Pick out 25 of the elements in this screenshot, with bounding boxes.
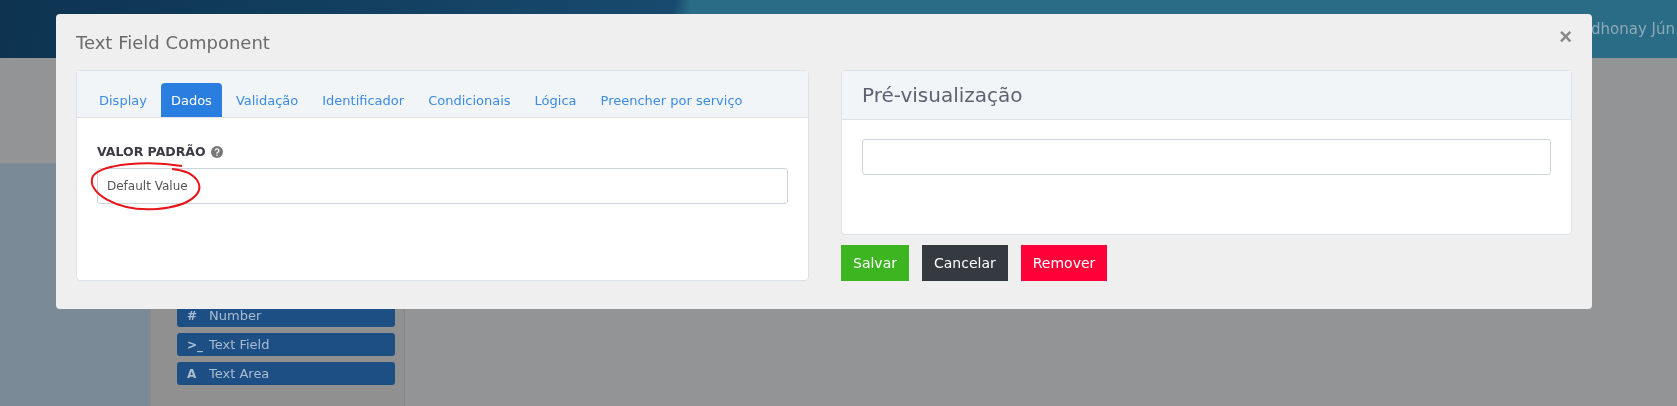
help-icon[interactable] bbox=[210, 145, 223, 158]
palette-item[interactable]: A Text Area bbox=[177, 362, 395, 385]
palette-label: Text Area bbox=[209, 366, 270, 381]
tab[interactable]: Preencher por serviço bbox=[590, 83, 753, 117]
default-value-field[interactable]: Default Value bbox=[97, 168, 788, 204]
palette-item[interactable]: >_ Text Field bbox=[177, 333, 395, 356]
tab[interactable]: Lógica bbox=[524, 83, 587, 117]
action-button[interactable]: Remover bbox=[1020, 245, 1108, 281]
modal-title: Text Field Component bbox=[76, 32, 270, 53]
tab[interactable]: Condicionais bbox=[418, 83, 521, 117]
user-name: dhonay Jún bbox=[1591, 20, 1675, 38]
component-icon: A bbox=[187, 366, 199, 381]
component-icon: # bbox=[187, 308, 199, 323]
preview-title: Pré-visualização bbox=[862, 83, 1023, 107]
tab[interactable]: Identificador bbox=[312, 83, 415, 117]
action-button[interactable]: Salvar bbox=[841, 245, 909, 281]
preview-input-field[interactable] bbox=[862, 139, 1551, 175]
action-button[interactable]: Cancelar bbox=[922, 245, 1008, 281]
palette-label: Text Field bbox=[209, 337, 270, 352]
tab[interactable]: Dados bbox=[160, 83, 222, 117]
palette-label: Number bbox=[209, 308, 262, 323]
tab[interactable]: Validação bbox=[225, 83, 309, 117]
field-label: VALOR PADRÃO bbox=[97, 144, 206, 159]
tab[interactable]: Display bbox=[89, 83, 157, 117]
close-button[interactable]: × bbox=[1559, 26, 1572, 48]
